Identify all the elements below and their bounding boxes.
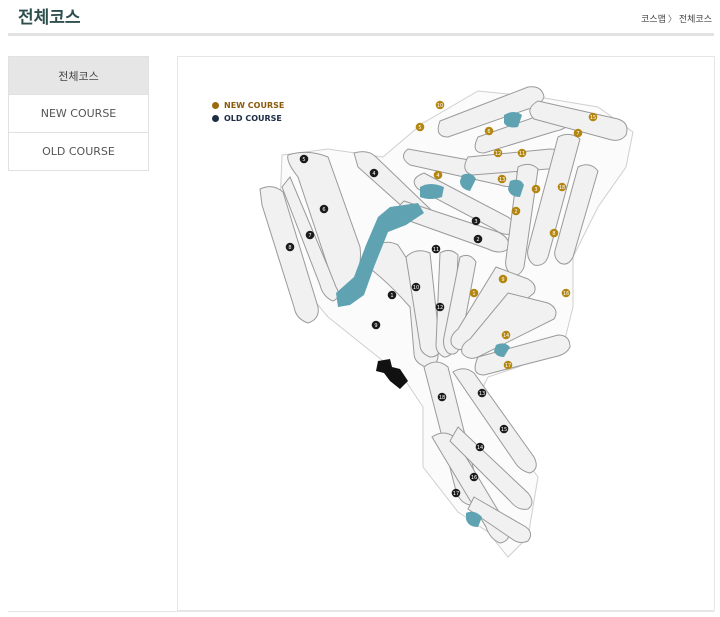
old-hole-number: 9 [374,323,377,329]
old-hole-number: 1 [390,293,393,299]
new-hole-number: 14 [503,333,509,339]
old-hole-number: 3 [474,219,477,225]
new-hole-number: 17 [505,363,511,369]
new-hole-number: 16 [563,291,569,297]
old-hole-number: 7 [308,233,311,239]
breadcrumb-item-course-map[interactable]: 코스맵 [641,12,666,25]
new-hole-number: 9 [501,277,504,283]
page-title: 전체코스 [18,8,81,28]
course-sidebar: 전체코스 NEW COURSE OLD COURSE [8,56,149,171]
new-hole-number: 10 [437,103,443,109]
new-hole-number: 3 [534,187,537,193]
sidebar-item-all-courses[interactable]: 전체코스 [9,57,148,95]
old-hole-number: 10 [413,285,419,291]
sidebar-item-old-course[interactable]: OLD COURSE [9,133,148,171]
new-hole-number: 7 [576,131,579,137]
breadcrumb-separator-icon: 〉 [667,15,677,25]
old-hole-number: 18 [439,395,445,401]
old-hole-number: 8 [288,245,291,251]
breadcrumb: 코스맵 〉 전체코스 [641,12,712,25]
old-hole-number: 4 [372,171,375,177]
old-hole-number: 2 [476,237,479,243]
new-hole-number: 12 [495,151,501,157]
new-hole-number: 5 [418,125,421,131]
new-hole-number: 4 [436,173,439,179]
new-hole-number: 6 [487,129,490,135]
new-hole-number: 11 [519,151,525,157]
old-hole-number: 16 [471,475,477,481]
old-hole-number: 15 [501,427,507,433]
new-hole-number: 1 [472,291,475,297]
footer-divider [8,611,714,612]
new-hole-number: 18 [559,185,565,191]
new-hole-number: 2 [514,209,517,215]
header-divider [8,33,714,36]
old-hole-number: 14 [477,445,483,451]
old-hole-number: 12 [437,305,443,311]
course-map-panel: NEW COURSE OLD COURSE 1 2 3 4 5 6 7 8 9 … [177,56,715,611]
old-hole-number: 13 [479,391,485,397]
page-header: 전체코스 코스맵 〉 전체코스 [0,0,720,36]
old-hole-number: 11 [433,247,439,253]
new-hole-number: 15 [590,115,596,121]
new-hole-number: 13 [499,177,505,183]
course-map: 123456 7891011121314151617181234567891011… [259,86,634,558]
water-hazard [420,184,444,199]
old-hole-number: 5 [302,157,305,163]
breadcrumb-item-current: 전체코스 [678,15,712,25]
old-hole-number: 17 [453,491,459,497]
sidebar-item-new-course[interactable]: NEW COURSE [9,95,148,133]
old-hole-number: 6 [322,207,325,213]
new-hole-number: 8 [552,231,555,237]
